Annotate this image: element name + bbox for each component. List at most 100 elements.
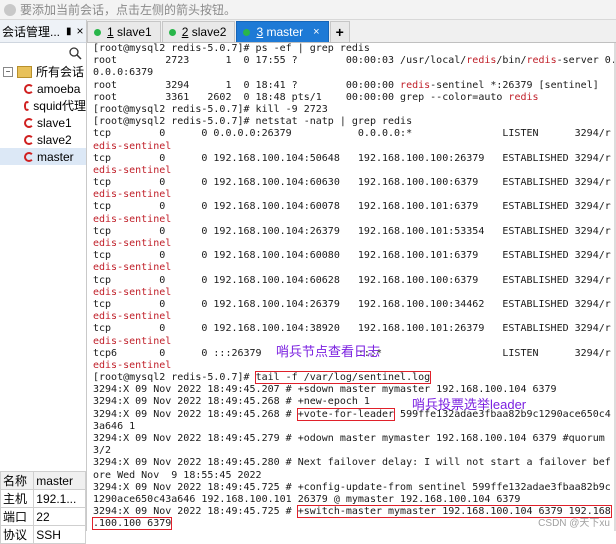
terminal-line: 0.0.0:6379 — [87, 67, 616, 79]
terminal-line: 3294:X 09 Nov 2022 18:49:45.268 # +new-e… — [87, 396, 616, 408]
terminal-text: [root@mysql2 redis-5.0.7]# ps -ef | grep… — [93, 43, 370, 54]
tab-slave2[interactable]: 2 slave2 — [161, 21, 236, 42]
terminal-line: 3294:X 09 Nov 2022 18:49:45.725 # +confi… — [87, 482, 616, 494]
terminal-line: edis-sentinel — [87, 287, 616, 299]
terminal-text: tcp 0 0 192.168.100.104:26379 192.168.10… — [93, 225, 611, 237]
terminal-text: edis-sentinel — [93, 311, 172, 323]
collapse-icon[interactable]: − — [3, 66, 13, 77]
folder-icon — [17, 65, 32, 78]
terminal-text: redis — [466, 55, 497, 67]
session-icon — [24, 134, 34, 145]
session-icon — [24, 100, 31, 111]
tab-number: 3 — [256, 25, 264, 39]
terminal-text: redis — [508, 91, 539, 103]
terminal-text: /bin/ — [496, 55, 527, 67]
prop-key: 主机 — [0, 489, 35, 508]
session-item-slave1[interactable]: slave1 — [0, 114, 86, 131]
terminal-line: 1290ace650c43a646 192.168.100.101 26379 … — [87, 494, 616, 506]
session-icon — [24, 117, 34, 128]
highlighted-text: tail -f /var/log/sentinel.log — [254, 371, 432, 385]
terminal-text: edis-sentinel — [93, 164, 172, 176]
terminal-line: [root@mysql2 redis-5.0.7]# kill -9 2723 — [87, 104, 616, 116]
terminal-text: tcp 0 0 192.168.100.104:50648 192.168.10… — [93, 152, 611, 164]
terminal-text: 3294:X 09 Nov 2022 18:49:45.280 # Next f… — [93, 457, 611, 469]
prop-value: 192.1... — [33, 489, 86, 508]
terminal-text: -server 0. — [556, 55, 616, 67]
terminal-text: redis — [526, 55, 557, 67]
prop-key: 协议 — [0, 525, 35, 544]
terminal-line: 3294:X 09 Nov 2022 18:49:45.207 # +sdown… — [87, 384, 616, 396]
terminal-text: -sentinel *:26379 [sentinel] — [430, 79, 599, 91]
session-manager-title: 会话管理... — [2, 24, 61, 39]
table-row: 端口 22 — [0, 507, 86, 526]
terminal-line: tcp 0 0 192.168.100.104:60628 192.168.10… — [87, 275, 616, 287]
session-item-amoeba[interactable]: amoeba — [0, 80, 86, 97]
session-label: slave1 — [37, 115, 72, 130]
terminal-text: root 3294 1 0 18:41 ? 00:00:00 — [93, 79, 401, 91]
tab-label: slave2 — [191, 25, 227, 39]
terminal-text: tcp 0 0 192.168.100.104:60630 192.168.10… — [93, 177, 611, 189]
session-item-squid[interactable]: squid代理 — [0, 97, 86, 114]
terminal-line: tcp 0 0 192.168.100.104:60630 192.168.10… — [87, 177, 616, 189]
terminal-text: tcp 0 0 192.168.100.104:38920 192.168.10… — [93, 323, 611, 335]
terminal-line: tcp 0 0 192.168.100.104:26379 192.168.10… — [87, 299, 616, 311]
terminal-text: 1290ace650c43a646 192.168.100.101 26379 … — [93, 493, 521, 505]
close-tab-icon[interactable]: × — [313, 26, 319, 38]
terminal-line: edis-sentinel — [87, 165, 616, 177]
tab-number: 2 — [181, 25, 189, 39]
terminal-text: tcp 0 0 0.0.0.0:26379 0.0.0.0:* LISTEN 3… — [93, 128, 611, 140]
session-icon — [24, 83, 34, 94]
terminal-line: tcp 0 0 192.168.100.104:60080 192.168.10… — [87, 250, 616, 262]
terminal-text: edis-sentinel — [93, 140, 172, 152]
tree-root-label: 所有会话 — [36, 65, 85, 79]
session-tree: − 所有会话 amoeba squid代理 slave1 slave2 mast… — [0, 63, 86, 165]
search-icon[interactable] — [69, 46, 82, 60]
watermark: CSDN @天下xu — [538, 518, 610, 529]
session-item-slave2[interactable]: slave2 — [0, 131, 86, 148]
new-tab-button[interactable]: + — [329, 21, 350, 42]
session-label: squid代理 — [33, 99, 86, 113]
terminal-line: tcp 0 0 0.0.0.0:26379 0.0.0.0:* LISTEN 3… — [87, 128, 616, 140]
terminal-line: 3294:X 09 Nov 2022 18:49:45.280 # Next f… — [87, 457, 616, 469]
prop-header-value: master — [33, 471, 86, 490]
tab-label: master — [266, 25, 304, 39]
terminal-line: edis-sentinel — [87, 360, 616, 372]
session-label: amoeba — [37, 81, 81, 96]
terminal-text: 3294:X 09 Nov 2022 18:49:45.279 # +odown… — [93, 433, 605, 444]
terminal-text: 3/2 — [93, 445, 112, 457]
terminal-text: tcp 0 0 192.168.100.104:60628 192.168.10… — [93, 274, 611, 286]
terminal-line: root 2723 1 0 17:55 ? 00:00:03 /usr/loca… — [87, 55, 616, 67]
terminal-line: edis-sentinel — [87, 262, 616, 274]
terminal-text: edis-sentinel — [93, 286, 172, 298]
terminal-line: edis-sentinel — [87, 141, 616, 153]
properties-table: 名称 master 主机 192.1... 端口 22 协议 SSH — [0, 471, 86, 544]
terminal-text: root 3361 2602 0 18:48 pts/1 00:00:00 gr… — [93, 91, 509, 103]
terminal-text: 0.0.0:6379 — [93, 67, 154, 79]
session-item-master[interactable]: master — [0, 148, 86, 165]
session-label: master — [37, 149, 74, 164]
terminal-line: edis-sentinel — [87, 189, 616, 201]
terminal-line: root 3361 2602 0 18:48 pts/1 00:00:00 gr… — [87, 92, 616, 104]
terminal-line: .100.100 6379 — [87, 517, 616, 531]
highlighted-text: +vote-for-leader — [296, 407, 396, 421]
connected-status-icon — [168, 28, 176, 36]
terminal-text: tcp 0 0 192.168.100.104:60078 192.168.10… — [93, 201, 611, 213]
close-icon[interactable]: × — [77, 24, 84, 38]
terminal-text: [root@mysql2 redis-5.0.7]# kill -9 2723 — [93, 103, 328, 115]
terminal-text: 3a646 1 — [93, 420, 136, 432]
session-manager-header: 会话管理... ▮ × — [0, 20, 86, 43]
terminal-line: edis-sentinel — [87, 214, 616, 226]
terminal-line: tcp 0 0 192.168.100.104:50648 192.168.10… — [87, 153, 616, 165]
prop-header-name: 名称 — [0, 471, 35, 490]
terminal-line: edis-sentinel — [87, 238, 616, 250]
hint-text: 要添加当前会话，点击左侧的箭头按钮。 — [20, 3, 237, 17]
tab-master[interactable]: 3 master × — [236, 21, 329, 42]
terminal-output[interactable]: [root@mysql2 redis-5.0.7]# ps -ef | grep… — [87, 43, 616, 531]
annotation-log: 哨兵节点查看日志 — [276, 344, 381, 359]
tab-slave1[interactable]: 1 slave1 — [87, 21, 161, 42]
prop-value: SSH — [33, 525, 86, 544]
connected-status-icon — [243, 28, 251, 36]
tree-root[interactable]: − 所有会话 — [0, 63, 86, 80]
pin-icon[interactable]: ▮ — [66, 26, 72, 37]
terminal-line: ore Wed Nov 9 18:55:45 2022 — [87, 470, 616, 482]
